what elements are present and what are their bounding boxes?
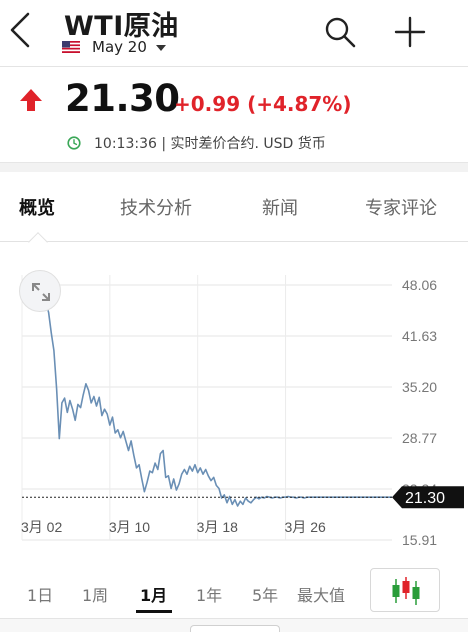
quote-panel: 21.30 +0.99 (+4.87%) 10:13:36 | 实时差价合约. … [0, 67, 468, 162]
x-tick-label: 3月 18 [197, 519, 238, 535]
bottom-handle[interactable] [190, 625, 280, 632]
x-tick-label: 3月 02 [21, 519, 62, 535]
period-max[interactable]: 最大值 [297, 582, 345, 606]
y-tick-label: 48.06 [402, 277, 437, 293]
period-1d[interactable]: 1日 [27, 582, 53, 606]
y-tick-label: 15.91 [402, 532, 437, 548]
tab-overview[interactable]: 概览 [19, 194, 55, 220]
expand-chart-button[interactable] [19, 270, 61, 312]
price-chart: 48.0641.6335.2028.7722.3415.913月 023月 10… [0, 243, 468, 563]
us-flag-icon [62, 41, 80, 53]
tab-news[interactable]: 新闻 [262, 194, 298, 220]
y-tick-label: 28.77 [402, 430, 437, 446]
clock-icon [67, 136, 81, 150]
expand-icon [32, 283, 50, 301]
plus-icon[interactable] [392, 14, 428, 50]
candlestick-icon [392, 577, 420, 605]
section-divider [0, 162, 468, 172]
chevron-left-icon[interactable] [6, 10, 36, 50]
last-price: 21.30 [65, 77, 180, 120]
quote-time-info: 10:13:36 | 实时差价合约. USD 货币 [94, 136, 326, 152]
period-1m[interactable]: 1月 [140, 582, 167, 606]
period-selector: 1日 1周 1月 1年 5年 最大值 [0, 566, 468, 616]
date-selector[interactable]: May 20 [62, 37, 166, 57]
price-change: +0.99 (+4.87%) [174, 92, 352, 116]
x-tick-label: 3月 26 [285, 519, 326, 535]
y-tick-label: 35.20 [402, 379, 437, 395]
period-5y[interactable]: 5年 [252, 582, 278, 606]
caret-down-icon [155, 45, 166, 51]
tab-technical-analysis[interactable]: 技术分析 [120, 194, 192, 220]
active-period-underline [136, 610, 172, 613]
up-arrow-icon [20, 89, 42, 111]
price-chart-svg: 48.0641.6335.2028.7722.3415.913月 023月 10… [21, 275, 464, 548]
current-price-label: 21.30 [405, 490, 445, 507]
x-tick-label: 3月 10 [109, 519, 150, 535]
date-label: May 20 [92, 38, 147, 56]
tab-expert-commentary[interactable]: 专家评论 [365, 194, 437, 220]
price-series-line [21, 287, 392, 507]
period-1y[interactable]: 1年 [196, 582, 222, 606]
app-header: WTI原油 May 20 [0, 0, 468, 66]
tab-bar: 概览 技术分析 新闻 专家评论 [0, 172, 468, 252]
period-1w[interactable]: 1周 [82, 582, 108, 606]
chart-type-button[interactable] [370, 568, 440, 612]
y-tick-label: 41.63 [402, 328, 437, 344]
search-icon[interactable] [322, 14, 358, 50]
